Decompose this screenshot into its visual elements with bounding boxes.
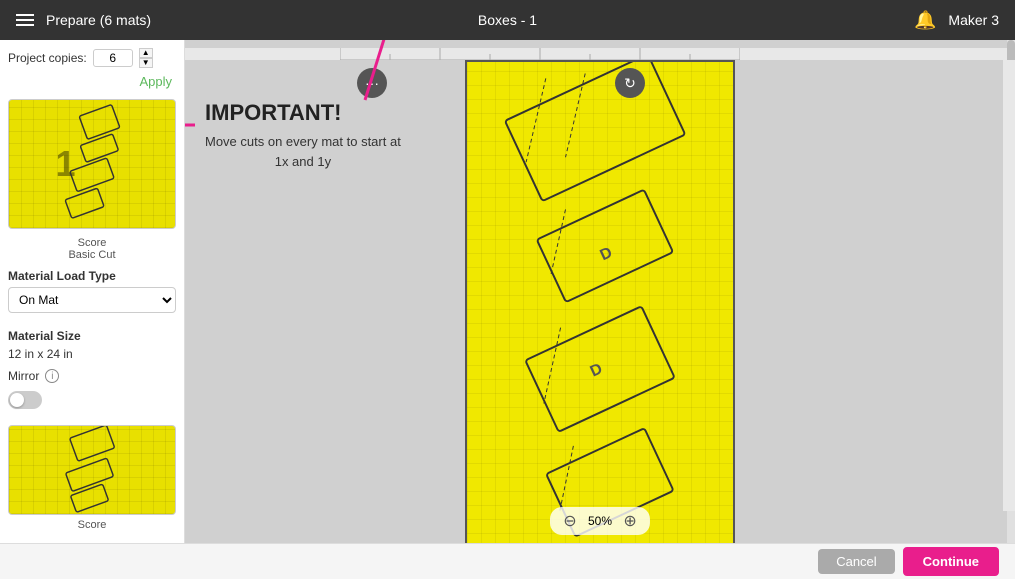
ruler-top [185,48,1007,60]
header: Prepare (6 mats) Boxes - 1 🔔 Maker 3 [0,0,1015,40]
mat1-thumbnail: 1 [8,99,176,229]
zoom-controls: ⊖ 50% ⊕ [550,507,650,535]
ruler-right [1003,60,1015,511]
mirror-label: Mirror [8,369,39,383]
mat1-label: Score Basic Cut [8,237,176,261]
copies-up-btn[interactable]: ▲ [139,48,153,58]
hamburger-icon[interactable] [16,14,34,26]
arrow-left-svg [185,105,200,145]
toggle-knob [10,393,24,407]
more-options-btn[interactable]: ··· [357,68,387,98]
left-sidebar: Project copies: ▲ ▼ Apply 1 Score Basic … [0,40,185,543]
mat2-thumbnail [8,425,176,515]
zoom-in-btn[interactable]: ⊕ [620,511,640,531]
mat-cut-shapes: D D [467,62,733,543]
ruler-top-marks [340,48,740,60]
bell-icon[interactable]: 🔔 [914,10,936,31]
svg-text:D: D [588,360,605,380]
main-layout: Project copies: ▲ ▼ Apply 1 Score Basic … [0,40,1015,543]
mat2-label: Score [8,519,176,531]
zoom-label: 50% [588,514,612,528]
footer: Cancel Continue [0,543,1015,579]
header-right: 🔔 Maker 3 [914,10,999,31]
mat2-cuts [9,426,175,514]
svg-text:D: D [597,244,614,264]
copies-input[interactable] [93,49,133,67]
app-title: Prepare (6 mats) [46,12,151,28]
mat-canvas: D D [465,60,735,543]
important-overlay: IMPORTANT! Move cuts on every mat to sta… [205,100,401,171]
important-text: Move cuts on every mat to start at 1x an… [205,132,401,171]
material-load-label: Material Load Type [8,269,176,283]
copies-spinner: ▲ ▼ [139,48,153,68]
mat1-cuts [9,100,175,228]
canvas-area: D D ··· ↻ [185,40,1015,543]
material-size-label: Material Size [8,329,176,343]
cancel-button[interactable]: Cancel [818,549,894,574]
mat2-section: Score [8,425,176,531]
copies-down-btn[interactable]: ▼ [139,58,153,68]
mirror-toggle[interactable] [8,391,42,409]
important-title: IMPORTANT! [205,100,401,126]
user-label: Maker 3 [948,12,999,28]
mirror-info-icon[interactable]: i [45,369,59,383]
mirror-row: Mirror i [8,369,176,383]
material-load-select[interactable]: On Mat [8,287,176,313]
zoom-out-btn[interactable]: ⊖ [560,511,580,531]
continue-button[interactable]: Continue [903,547,999,576]
header-left: Prepare (6 mats) [16,12,151,28]
project-copies-row: Project copies: ▲ ▼ [8,48,176,68]
apply-button[interactable]: Apply [135,72,176,91]
project-copies-label: Project copies: [8,51,87,65]
material-size-value: 12 in x 24 in [8,347,176,361]
rotate-btn[interactable]: ↻ [615,68,645,98]
document-title: Boxes - 1 [478,12,537,28]
